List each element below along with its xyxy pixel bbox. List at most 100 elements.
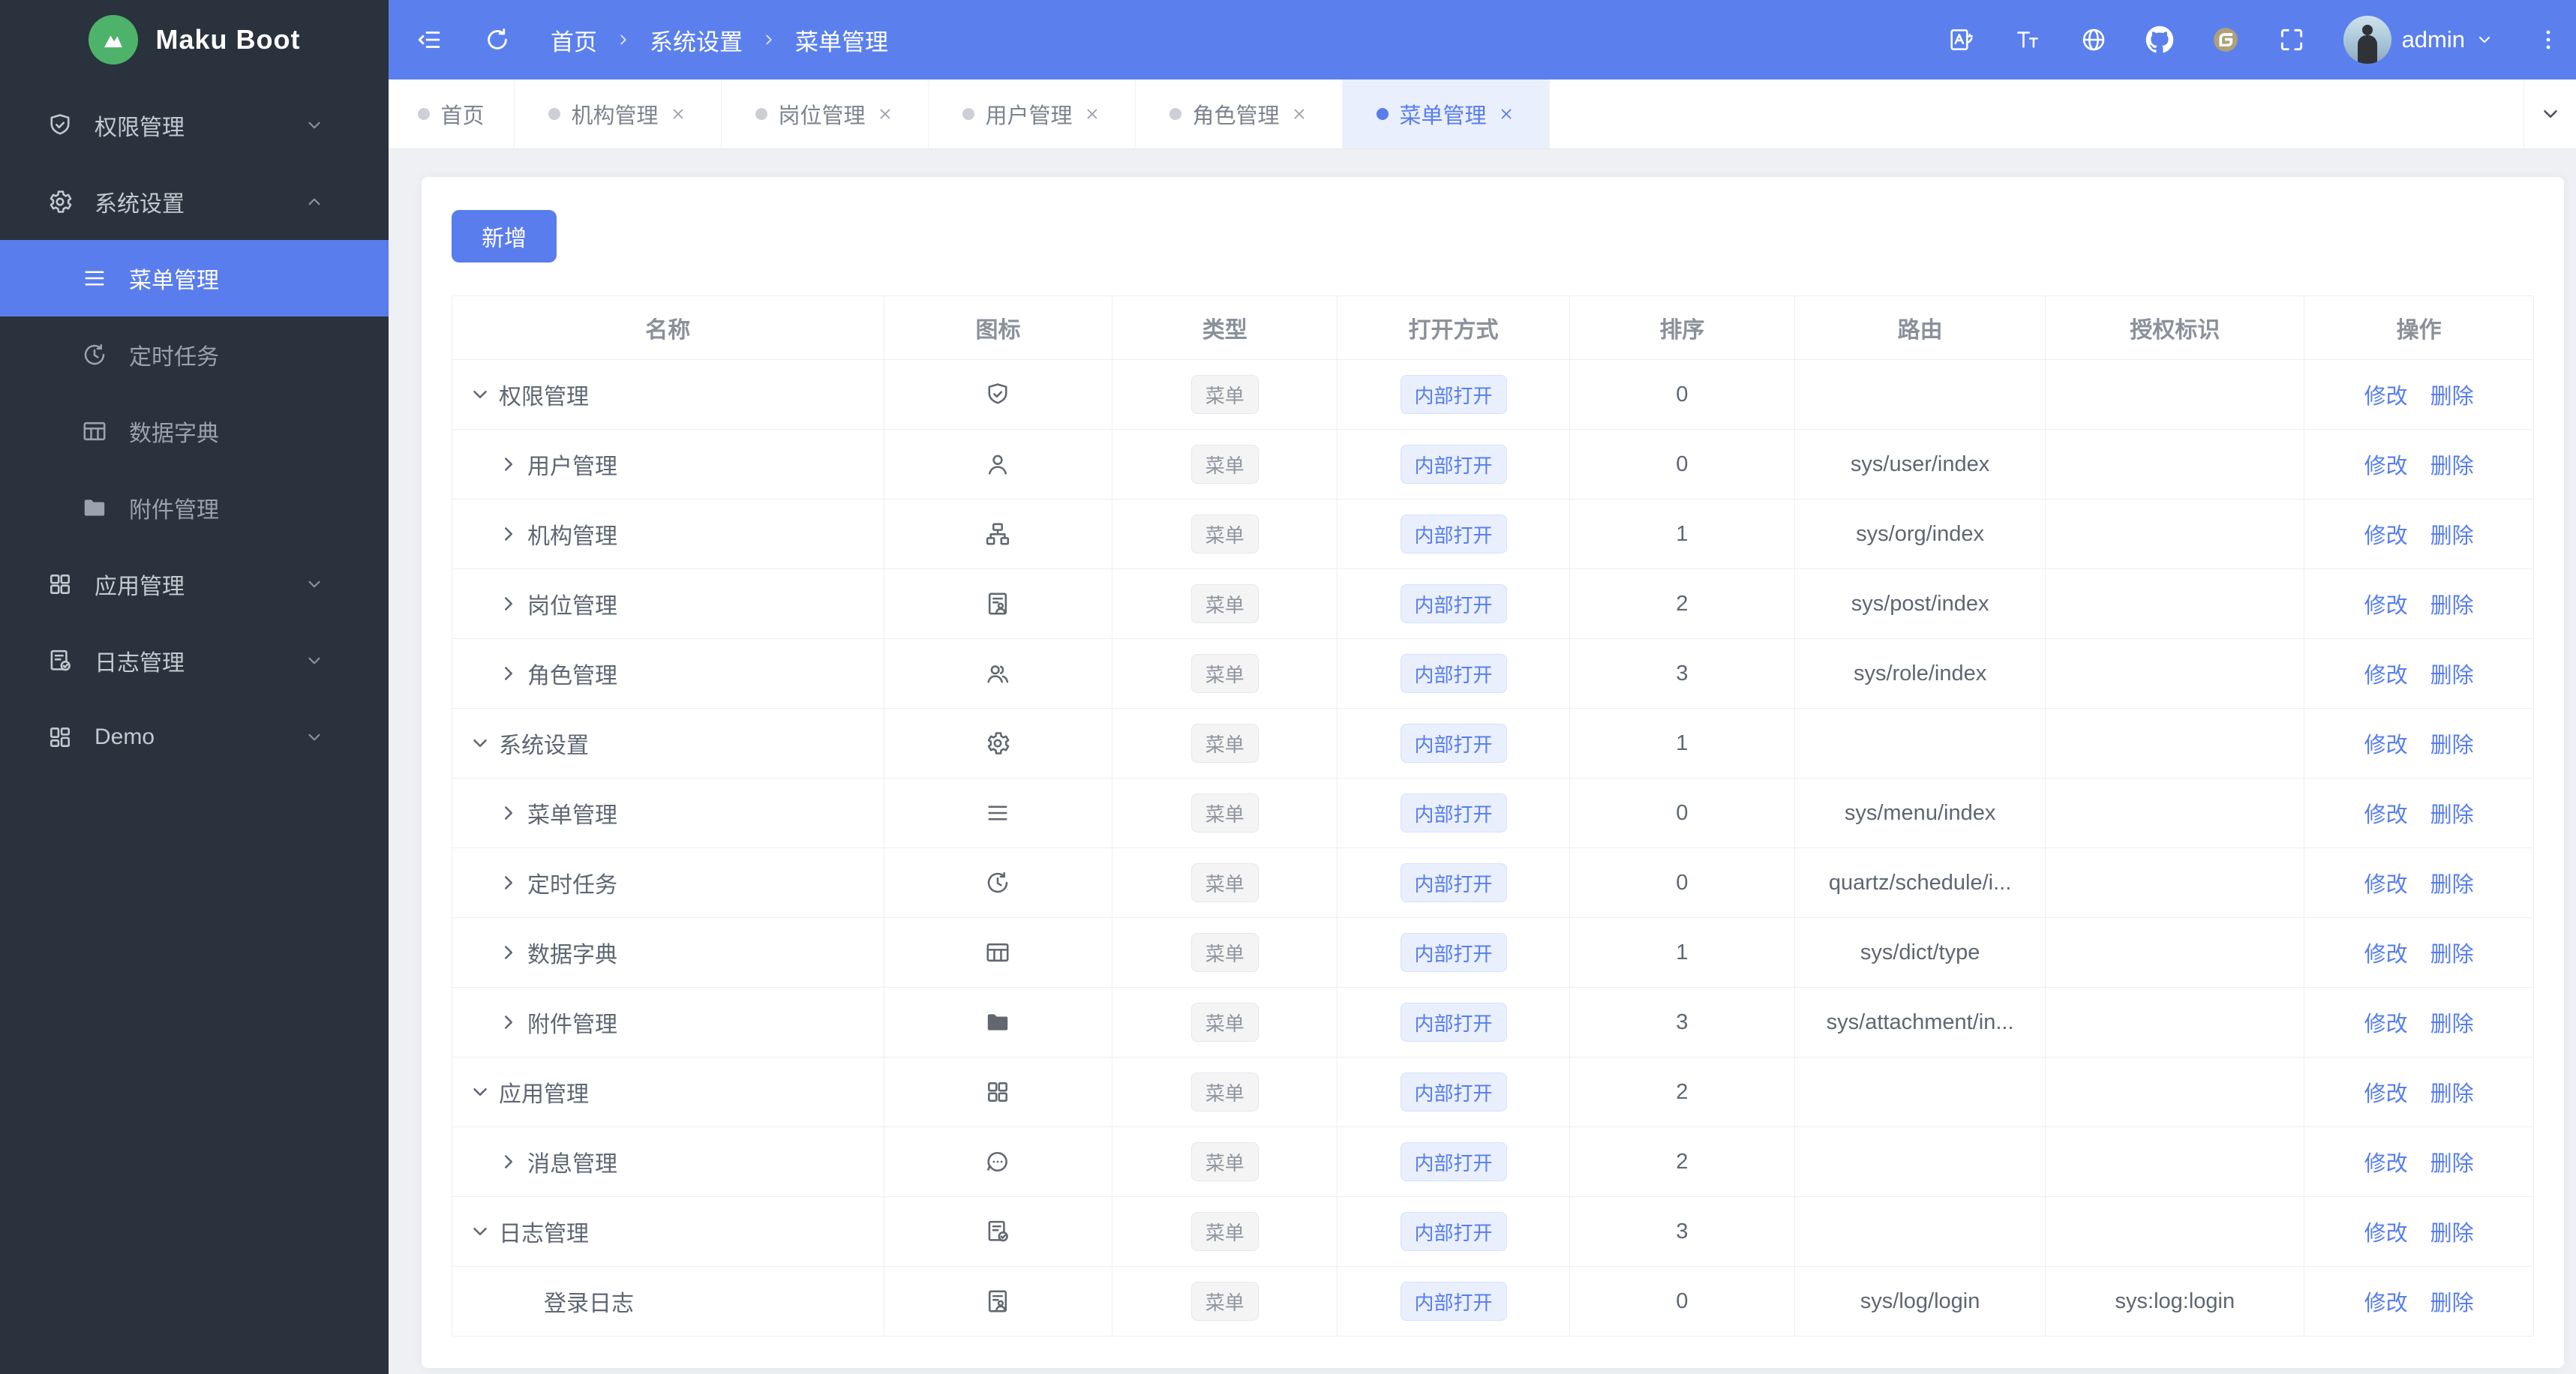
table-row: 机构管理 菜单 内部打开 1 sys/org/index 修改 删除: [452, 500, 2533, 569]
collapse-row-icon[interactable]: [469, 732, 491, 754]
expand-row-icon[interactable]: [497, 453, 520, 476]
menu-name: 日志管理: [499, 1222, 589, 1246]
folder-icon: [81, 494, 108, 521]
cell-type: 菜单: [1112, 988, 1338, 1058]
table-row: 定时任务 菜单 内部打开 0 quartz/schedule/i... 修改 删除: [452, 848, 2533, 918]
edit-link[interactable]: 修改: [2364, 379, 2408, 410]
breadcrumb-item[interactable]: 系统设置: [650, 23, 743, 57]
cell-open-mode: 内部打开: [1338, 709, 1570, 778]
gitee-icon[interactable]: [2211, 26, 2240, 54]
delete-link[interactable]: 删除: [2430, 937, 2474, 968]
tab-dot: [962, 108, 975, 120]
expand-row-icon[interactable]: [497, 1011, 520, 1034]
sidebar-item-app[interactable]: 应用管理: [0, 546, 389, 622]
collapse-row-icon[interactable]: [469, 1220, 491, 1243]
collapse-sidebar-icon[interactable]: [416, 26, 444, 54]
user-menu[interactable]: admin: [2343, 16, 2493, 64]
expand-row-icon[interactable]: [497, 662, 520, 685]
edit-link[interactable]: 修改: [2364, 867, 2408, 898]
edit-link[interactable]: 修改: [2364, 1216, 2408, 1247]
delete-link[interactable]: 删除: [2430, 1146, 2474, 1178]
avatar[interactable]: [2343, 16, 2391, 64]
breadcrumb-item[interactable]: 首页: [551, 23, 597, 57]
globe-icon[interactable]: [2079, 26, 2108, 54]
tab-机构管理[interactable]: 机构管理: [515, 80, 722, 148]
add-button[interactable]: 新增: [452, 210, 557, 262]
sidebar-item-log[interactable]: 日志管理: [0, 622, 389, 699]
tab-close-icon[interactable]: [876, 105, 894, 123]
sidebar-item-permission[interactable]: 权限管理: [0, 87, 389, 164]
tabs: 首页 机构管理 岗位管理 用户管理 角色管理 菜单管理: [389, 80, 1550, 148]
delete-link[interactable]: 删除: [2430, 518, 2474, 550]
type-tag: 菜单: [1190, 584, 1259, 623]
tab-首页[interactable]: 首页: [389, 80, 515, 148]
edit-link[interactable]: 修改: [2364, 937, 2408, 968]
logo-text: Maku Boot: [155, 24, 301, 55]
type-tag: 菜单: [1190, 724, 1259, 763]
translate-icon[interactable]: [1947, 26, 1976, 54]
delete-link[interactable]: 删除: [2430, 1286, 2474, 1317]
sidebar-item-system[interactable]: 系统设置: [0, 164, 389, 240]
delete-link[interactable]: 删除: [2430, 379, 2474, 410]
sidebar-item-attachment[interactable]: 附件管理: [0, 470, 389, 546]
sidebar-item-schedule[interactable]: 定时任务: [0, 316, 389, 393]
collapse-row-icon[interactable]: [469, 383, 491, 406]
delete-link[interactable]: 删除: [2430, 588, 2474, 620]
sidebar-item-demo[interactable]: Demo: [0, 699, 389, 776]
cell-actions: 修改 删除: [2304, 778, 2533, 848]
delete-link[interactable]: 删除: [2430, 1006, 2474, 1038]
delete-link[interactable]: 删除: [2430, 797, 2474, 829]
collapse-row-icon[interactable]: [469, 1081, 491, 1103]
open-mode-tag: 内部打开: [1400, 445, 1507, 484]
expand-row-icon[interactable]: [497, 802, 520, 824]
edit-link[interactable]: 修改: [2364, 448, 2408, 480]
tab-close-icon[interactable]: [1083, 105, 1101, 123]
tab-岗位管理[interactable]: 岗位管理: [722, 80, 929, 148]
expand-row-icon[interactable]: [497, 592, 520, 615]
delete-link[interactable]: 删除: [2430, 448, 2474, 480]
font-size-icon[interactable]: [2013, 26, 2042, 54]
menu-name: 数据字典: [527, 943, 617, 968]
chevron-down-icon: [305, 728, 324, 747]
tab-菜单管理[interactable]: 菜单管理: [1343, 80, 1550, 148]
delete-link[interactable]: 删除: [2430, 1216, 2474, 1247]
sidebar-item-menu[interactable]: 菜单管理: [0, 240, 389, 316]
expand-row-icon[interactable]: [497, 941, 520, 964]
edit-link[interactable]: 修改: [2364, 797, 2408, 829]
delete-link[interactable]: 删除: [2430, 1076, 2474, 1108]
more-options-icon[interactable]: [2535, 27, 2561, 52]
tab-close-icon[interactable]: [669, 105, 687, 123]
expand-row-icon[interactable]: [497, 872, 520, 894]
open-mode-tag: 内部打开: [1400, 375, 1507, 414]
tab-用户管理[interactable]: 用户管理: [929, 80, 1136, 148]
edit-link[interactable]: 修改: [2364, 728, 2408, 759]
column-header: 名称: [452, 296, 884, 360]
edit-link[interactable]: 修改: [2364, 658, 2408, 689]
sidebar-item-dict[interactable]: 数据字典: [0, 393, 389, 470]
tab-角色管理[interactable]: 角色管理: [1136, 80, 1343, 148]
edit-link[interactable]: 修改: [2364, 588, 2408, 620]
delete-link[interactable]: 删除: [2430, 728, 2474, 759]
edit-link[interactable]: 修改: [2364, 1146, 2408, 1178]
cell-icon: [884, 1058, 1113, 1127]
cell-sort: 0: [1569, 778, 1795, 848]
fullscreen-icon[interactable]: [2277, 26, 2306, 54]
tab-close-icon[interactable]: [1497, 105, 1515, 123]
logo[interactable]: Maku Boot: [0, 0, 389, 80]
refresh-icon[interactable]: [483, 26, 512, 54]
tab-dot: [1377, 108, 1389, 120]
cell-name: 消息管理: [452, 1127, 884, 1197]
edit-link[interactable]: 修改: [2364, 1076, 2408, 1108]
header-actions: admin: [1947, 16, 2561, 64]
tab-close-icon[interactable]: [1290, 105, 1308, 123]
edit-link[interactable]: 修改: [2364, 1286, 2408, 1317]
delete-link[interactable]: 删除: [2430, 658, 2474, 689]
tab-dropdown-button[interactable]: [2523, 80, 2576, 148]
edit-link[interactable]: 修改: [2364, 1006, 2408, 1038]
delete-link[interactable]: 删除: [2430, 867, 2474, 898]
cell-open-mode: 内部打开: [1338, 778, 1570, 848]
edit-link[interactable]: 修改: [2364, 518, 2408, 550]
github-icon[interactable]: [2145, 26, 2174, 54]
expand-row-icon[interactable]: [497, 1150, 520, 1173]
expand-row-icon[interactable]: [497, 523, 520, 545]
